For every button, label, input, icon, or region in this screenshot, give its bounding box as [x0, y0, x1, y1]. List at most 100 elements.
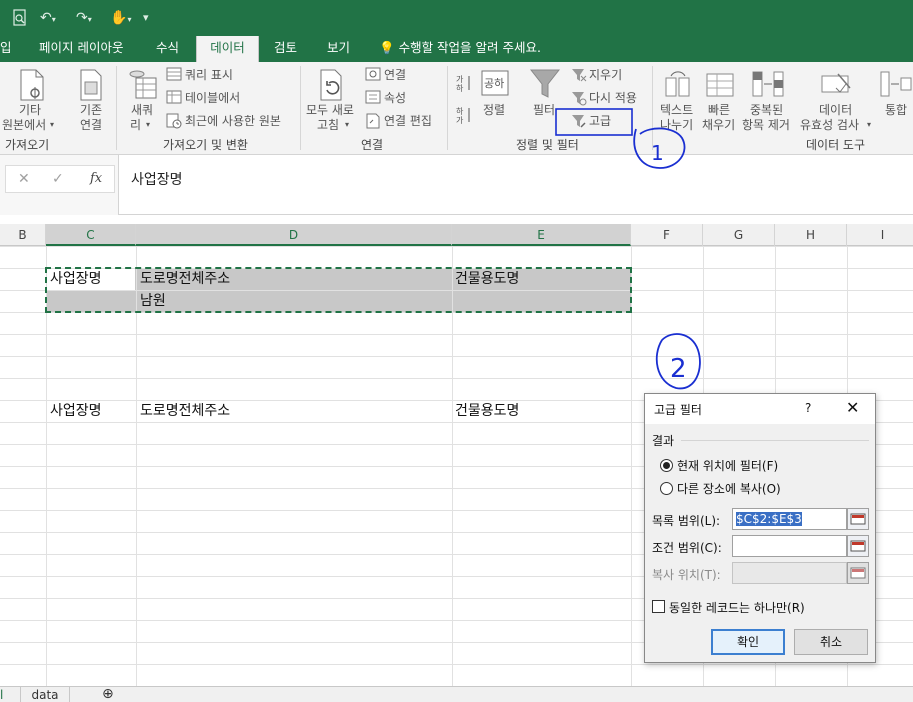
- sheet-tab-data[interactable]: data: [20, 687, 70, 702]
- tab-data[interactable]: 데이터: [196, 36, 259, 62]
- group-label-get-data: 가져오기: [5, 138, 50, 152]
- list-range-label: 목록 범위(L):: [652, 514, 721, 528]
- formula-bar: ✕ ✓ fx 사업장명: [0, 155, 913, 215]
- flash-fill-icon: [705, 68, 735, 103]
- tab-page-layout[interactable]: 페이지 레이아웃: [39, 36, 123, 62]
- svg-text:가: 가: [456, 116, 464, 124]
- undo-icon[interactable]: ↶▾: [40, 9, 56, 29]
- section-divider: [681, 440, 869, 441]
- data-validation-icon: [820, 68, 852, 103]
- group-label-connections: 연결: [361, 138, 384, 152]
- formula-input[interactable]: 사업장명: [131, 169, 183, 189]
- range-select-icon: [850, 567, 866, 579]
- group-label-data-tools: 데이터 도구: [806, 138, 866, 152]
- column-header-h[interactable]: H: [775, 224, 847, 246]
- data-header-e[interactable]: 건물용도명: [455, 401, 519, 421]
- confirm-entry-icon[interactable]: ✓: [52, 171, 64, 187]
- edit-links-icon: [365, 113, 381, 132]
- gridline-horizontal: [0, 246, 913, 247]
- copy-to-input: [732, 562, 847, 584]
- lightbulb-icon: 💡: [379, 40, 395, 55]
- tell-me-box[interactable]: 💡 수행할 작업을 알려 주세요.: [379, 36, 541, 62]
- tab-review[interactable]: 검토: [274, 36, 297, 62]
- svg-text:가: 가: [456, 75, 464, 84]
- title-bar: ↶▾ ↷▾ ✋▾ ▾: [0, 0, 913, 36]
- unique-records-checkbox[interactable]: [652, 600, 665, 613]
- ribbon-separator: [447, 66, 448, 150]
- result-section-label: 결과: [652, 434, 675, 448]
- insert-function-icon[interactable]: fx: [90, 171, 102, 186]
- sort-za-icon[interactable]: 하가: [456, 106, 472, 127]
- formula-controls: ✕ ✓ fx: [0, 155, 119, 215]
- gridline-horizontal: [0, 356, 913, 357]
- sheet-scroll-indicator[interactable]: l: [0, 687, 3, 702]
- copy-to-location-radio[interactable]: [660, 482, 673, 495]
- dialog-title: 고급 필터: [654, 403, 702, 417]
- column-header-b[interactable]: B: [0, 224, 46, 246]
- show-queries-icon: [166, 67, 182, 84]
- cancel-button[interactable]: 취소: [794, 629, 868, 655]
- add-sheet-icon[interactable]: ⊕: [102, 687, 114, 702]
- copy-to-label: 복사 위치(T):: [652, 568, 721, 582]
- gridline-horizontal: [0, 664, 913, 665]
- properties-icon: [365, 90, 381, 107]
- data-header-d[interactable]: 도로명전체주소: [140, 401, 230, 421]
- column-header-c[interactable]: C: [46, 224, 136, 246]
- column-header-d[interactable]: D: [136, 224, 452, 246]
- remove-duplicates-icon: [752, 68, 786, 103]
- filter-in-place-radio[interactable]: [660, 459, 673, 472]
- data-header-c[interactable]: 사업장명: [50, 401, 102, 421]
- refresh-icon: [318, 68, 346, 105]
- group-label-sort-filter: 정렬 및 필터: [516, 138, 579, 152]
- list-range-collapse-button[interactable]: [847, 508, 869, 530]
- filter-in-place-label[interactable]: 현재 위치에 필터(F): [677, 457, 778, 474]
- svg-text:하: 하: [456, 83, 464, 92]
- svg-text:하: 하: [456, 106, 464, 116]
- column-header-f[interactable]: F: [631, 224, 703, 246]
- reapply-icon: [571, 90, 587, 109]
- criteria-range-label: 조건 범위(C):: [652, 541, 722, 555]
- column-header-e[interactable]: E: [452, 224, 631, 246]
- cancel-entry-icon[interactable]: ✕: [18, 171, 30, 187]
- ribbon-separator: [300, 66, 301, 150]
- tell-me-label: 수행할 작업을 알려 주세요.: [398, 40, 541, 55]
- help-button[interactable]: ?: [805, 401, 811, 415]
- unique-records-label[interactable]: 동일한 레코드는 하나만(R): [669, 599, 805, 616]
- redo-icon[interactable]: ↷▾: [76, 9, 92, 29]
- range-select-icon: [850, 540, 866, 552]
- recent-sources-icon: [166, 113, 182, 132]
- column-headers: B C D E F G H I: [0, 224, 913, 246]
- ok-button[interactable]: 확인: [711, 629, 785, 655]
- range-select-icon: [850, 513, 866, 525]
- new-query-icon: [128, 68, 158, 105]
- tab-view[interactable]: 보기: [327, 36, 350, 62]
- svg-text:공하: 공하: [484, 76, 504, 90]
- dropdown-arrow-icon: ▾: [867, 120, 872, 129]
- external-data-icon: [18, 68, 46, 105]
- group-label-get-transform: 가져오기 및 변환: [163, 138, 248, 152]
- list-range-input[interactable]: $C$2:$E$3: [732, 508, 847, 530]
- consolidate-icon: [880, 68, 913, 103]
- dialog-titlebar: 고급 필터 ? ✕: [645, 394, 875, 424]
- connections-icon: [365, 67, 381, 84]
- tab-insert[interactable]: 입: [0, 36, 12, 62]
- column-header-g[interactable]: G: [703, 224, 775, 246]
- filter-funnel-icon: [529, 68, 561, 103]
- tab-formulas[interactable]: 수식: [156, 36, 179, 62]
- touch-mode-icon[interactable]: ✋▾: [110, 9, 131, 29]
- criteria-range-input[interactable]: [732, 535, 847, 557]
- text-to-columns-icon: [663, 68, 693, 103]
- ribbon-separator: [116, 66, 117, 150]
- gridline-horizontal: [0, 334, 913, 335]
- print-preview-icon[interactable]: [12, 9, 28, 32]
- close-icon[interactable]: ✕: [846, 398, 859, 417]
- column-header-i[interactable]: I: [847, 224, 913, 246]
- clear-filter-icon: [571, 67, 587, 86]
- sort-az-icon[interactable]: 가하: [456, 74, 472, 95]
- sort-dialog-icon: 공하: [481, 70, 509, 99]
- copy-to-location-label[interactable]: 다른 장소에 복사(O): [677, 480, 781, 497]
- customize-qat-icon[interactable]: ▾: [143, 9, 149, 27]
- criteria-range-collapse-button[interactable]: [847, 535, 869, 557]
- formula-buttons: ✕ ✓ fx: [5, 165, 115, 193]
- dropdown-arrow-icon: ▾: [345, 120, 350, 129]
